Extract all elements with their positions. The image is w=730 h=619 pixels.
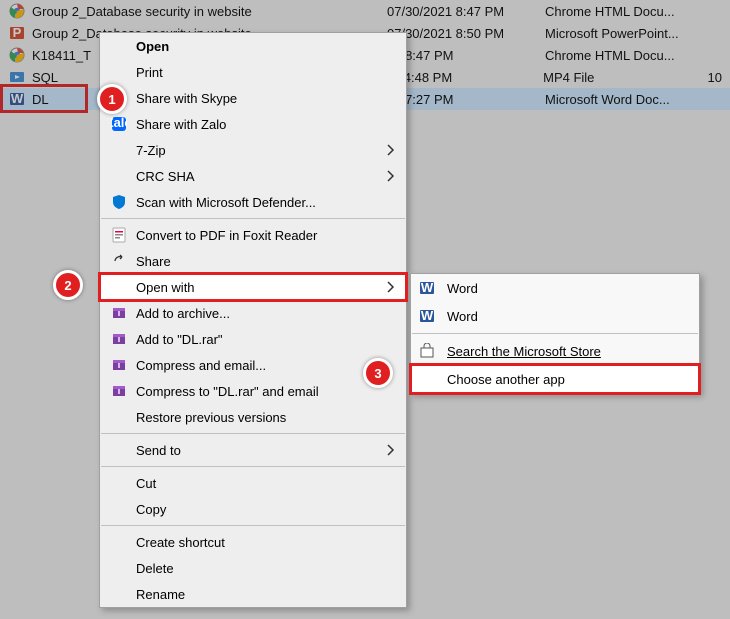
- sub-word[interactable]: W Word: [411, 302, 699, 330]
- chrome-icon: [8, 2, 26, 20]
- ctx-adddlrar[interactable]: Add to "DL.rar": [100, 326, 406, 352]
- svg-text:W: W: [11, 91, 24, 106]
- ctx-label: Share with Zalo: [136, 117, 226, 132]
- separator: [101, 433, 405, 434]
- svg-text:W: W: [421, 308, 434, 323]
- share-icon: [108, 251, 130, 271]
- ctx-label: Compress to "DL.rar" and email: [136, 384, 319, 399]
- file-type: MP4 File: [543, 70, 707, 85]
- ctx-label: Copy: [136, 502, 166, 517]
- archive-icon: [108, 381, 130, 401]
- sub-store[interactable]: Search the Microsoft Store: [411, 337, 699, 365]
- ctx-print[interactable]: Print: [100, 59, 406, 85]
- sub-choose-another[interactable]: Choose another app: [411, 365, 699, 393]
- sub-word[interactable]: W Word: [411, 274, 699, 302]
- separator: [412, 333, 698, 334]
- sub-label: Word: [447, 309, 478, 324]
- ctx-label: Add to "DL.rar": [136, 332, 223, 347]
- openwith-submenu: W Word W Word Search the Microsoft Store…: [410, 273, 700, 394]
- file-date: 21 8:47 PM: [387, 48, 545, 63]
- ctx-compressdlrar[interactable]: Compress to "DL.rar" and email: [100, 378, 406, 404]
- ctx-zalo[interactable]: Zalo Share with Zalo: [100, 111, 406, 137]
- sub-label: Search the Microsoft Store: [447, 344, 601, 359]
- ctx-label: Restore previous versions: [136, 410, 286, 425]
- step-badge-3: 3: [363, 358, 393, 388]
- ctx-label: Add to archive...: [136, 306, 230, 321]
- file-date: 07/30/2021 8:47 PM: [387, 4, 545, 19]
- chrome-icon: [8, 46, 26, 64]
- step-badge-2: 2: [53, 270, 83, 300]
- chevron-right-icon: [386, 169, 396, 183]
- ctx-restore[interactable]: Restore previous versions: [100, 404, 406, 430]
- archive-icon: [108, 303, 130, 323]
- ctx-crcsha[interactable]: CRC SHA: [100, 163, 406, 189]
- ppt-icon: P: [8, 24, 26, 42]
- ctx-openwith[interactable]: Open with: [100, 274, 406, 300]
- file-row[interactable]: Group 2_Database security in website 07/…: [0, 0, 730, 22]
- shield-icon: [108, 192, 130, 212]
- ctx-label: Print: [136, 65, 163, 80]
- ctx-rename[interactable]: Rename: [100, 581, 406, 607]
- ctx-7zip[interactable]: 7-Zip: [100, 137, 406, 163]
- ctx-label: Compress and email...: [136, 358, 266, 373]
- store-icon: [419, 343, 441, 359]
- separator: [101, 466, 405, 467]
- ctx-label: Open with: [136, 280, 195, 295]
- ctx-label: Send to: [136, 443, 181, 458]
- context-menu: Open Print S Share with Skype Zalo Share…: [99, 32, 407, 608]
- file-type: Microsoft PowerPoint...: [545, 26, 710, 41]
- video-icon: [8, 68, 26, 86]
- separator: [101, 525, 405, 526]
- word-icon: W: [419, 280, 441, 296]
- ctx-label: Cut: [136, 476, 156, 491]
- chevron-right-icon: [386, 143, 396, 157]
- separator: [101, 218, 405, 219]
- ctx-label: Share: [136, 254, 171, 269]
- ctx-skype[interactable]: S Share with Skype: [100, 85, 406, 111]
- ctx-label: Scan with Microsoft Defender...: [136, 195, 316, 210]
- ctx-copy[interactable]: Copy: [100, 496, 406, 522]
- ctx-label: Delete: [136, 561, 174, 576]
- ctx-open[interactable]: Open: [100, 33, 406, 59]
- sub-label: Choose another app: [447, 372, 565, 387]
- chevron-right-icon: [386, 280, 396, 294]
- chevron-right-icon: [386, 443, 396, 457]
- word-icon: W: [8, 90, 26, 108]
- file-type: Microsoft Word Doc...: [545, 92, 710, 107]
- svg-text:W: W: [421, 280, 434, 295]
- ctx-defender[interactable]: Scan with Microsoft Defender...: [100, 189, 406, 215]
- ctx-share[interactable]: Share: [100, 248, 406, 274]
- ctx-label: Share with Skype: [136, 91, 237, 106]
- ctx-delete[interactable]: Delete: [100, 555, 406, 581]
- ctx-label: Create shortcut: [136, 535, 225, 550]
- word-icon: W: [419, 308, 441, 324]
- pdf-icon: [108, 225, 130, 245]
- step-badge-1: 1: [97, 84, 127, 114]
- sub-label: Word: [447, 281, 478, 296]
- ctx-cut[interactable]: Cut: [100, 470, 406, 496]
- ctx-compressemail[interactable]: Compress and email...: [100, 352, 406, 378]
- file-date: 21 7:27 PM: [387, 92, 545, 107]
- file-date: 21 4:48 PM: [386, 70, 543, 85]
- ctx-label: Open: [136, 39, 169, 54]
- file-type: Chrome HTML Docu...: [545, 4, 710, 19]
- file-type: Chrome HTML Docu...: [545, 48, 710, 63]
- ctx-label: CRC SHA: [136, 169, 195, 184]
- svg-text:P: P: [13, 25, 22, 40]
- file-date: 07/30/2021 8:50 PM: [387, 26, 545, 41]
- ctx-label: Rename: [136, 587, 185, 602]
- svg-text:Zalo: Zalo: [111, 116, 127, 130]
- archive-icon: [108, 329, 130, 349]
- ctx-sendto[interactable]: Send to: [100, 437, 406, 463]
- file-size: 10: [708, 70, 730, 85]
- archive-icon: [108, 355, 130, 375]
- ctx-foxit[interactable]: Convert to PDF in Foxit Reader: [100, 222, 406, 248]
- ctx-label: Convert to PDF in Foxit Reader: [136, 228, 317, 243]
- file-name: Group 2_Database security in website: [32, 4, 387, 19]
- ctx-shortcut[interactable]: Create shortcut: [100, 529, 406, 555]
- ctx-label: 7-Zip: [136, 143, 166, 158]
- ctx-addarchive[interactable]: Add to archive...: [100, 300, 406, 326]
- zalo-icon: Zalo: [108, 114, 130, 134]
